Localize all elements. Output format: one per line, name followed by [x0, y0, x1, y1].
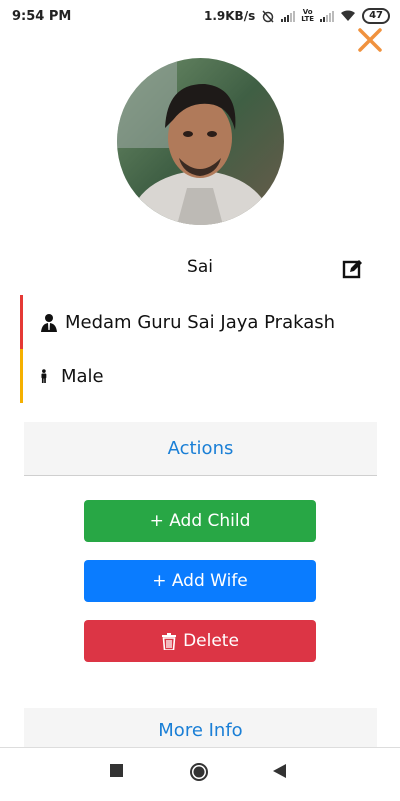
more-info-section-header[interactable]: More Info — [24, 708, 377, 752]
full-name-row: Medam Guru Sai Jaya Prakash — [20, 295, 360, 349]
gender-text: Male — [61, 365, 104, 387]
trash-icon — [162, 632, 177, 650]
add-child-button[interactable]: + Add Child — [84, 500, 316, 542]
system-nav-bar — [0, 747, 400, 801]
close-icon[interactable] — [356, 26, 384, 54]
delete-label: Delete — [183, 631, 239, 651]
signal-strength-icon-2 — [320, 10, 335, 22]
actions-section-header[interactable]: Actions — [24, 422, 377, 476]
signal-strength-icon — [281, 10, 296, 22]
person-suit-icon — [41, 314, 57, 332]
alarm-off-icon — [262, 10, 274, 23]
avatar-photo — [117, 58, 284, 225]
add-wife-button[interactable]: + Add Wife — [84, 560, 316, 602]
profile-avatar — [117, 58, 284, 225]
gender-row: Male — [20, 349, 360, 403]
square-icon[interactable] — [110, 764, 124, 778]
actions-header-label: Actions — [167, 438, 234, 459]
delete-button[interactable]: Delete — [84, 620, 316, 662]
network-speed: 1.9KB/s — [203, 9, 256, 23]
circle-icon[interactable] — [189, 762, 209, 782]
status-time: 9:54 PM — [12, 8, 72, 24]
edit-icon[interactable] — [342, 258, 364, 280]
status-bar: 9:54 PM 1.9KB/s Vo LTE 47 — [0, 0, 400, 32]
male-figure-icon — [41, 369, 47, 383]
add-child-label: + Add Child — [149, 511, 251, 531]
full-name-text: Medam Guru Sai Jaya Prakash — [65, 311, 336, 333]
add-wife-label: + Add Wife — [152, 571, 248, 591]
nickname-row: Sai — [0, 252, 400, 284]
triangle-back-icon[interactable] — [273, 764, 287, 778]
nickname-label: Sai — [187, 257, 213, 277]
volte-badge: Vo LTE — [301, 8, 315, 23]
wifi-icon — [341, 10, 356, 21]
status-icons: 1.9KB/s Vo LTE 47 — [204, 8, 390, 24]
more-info-header-label: More Info — [158, 719, 243, 741]
battery-indicator: 47 — [362, 8, 390, 24]
